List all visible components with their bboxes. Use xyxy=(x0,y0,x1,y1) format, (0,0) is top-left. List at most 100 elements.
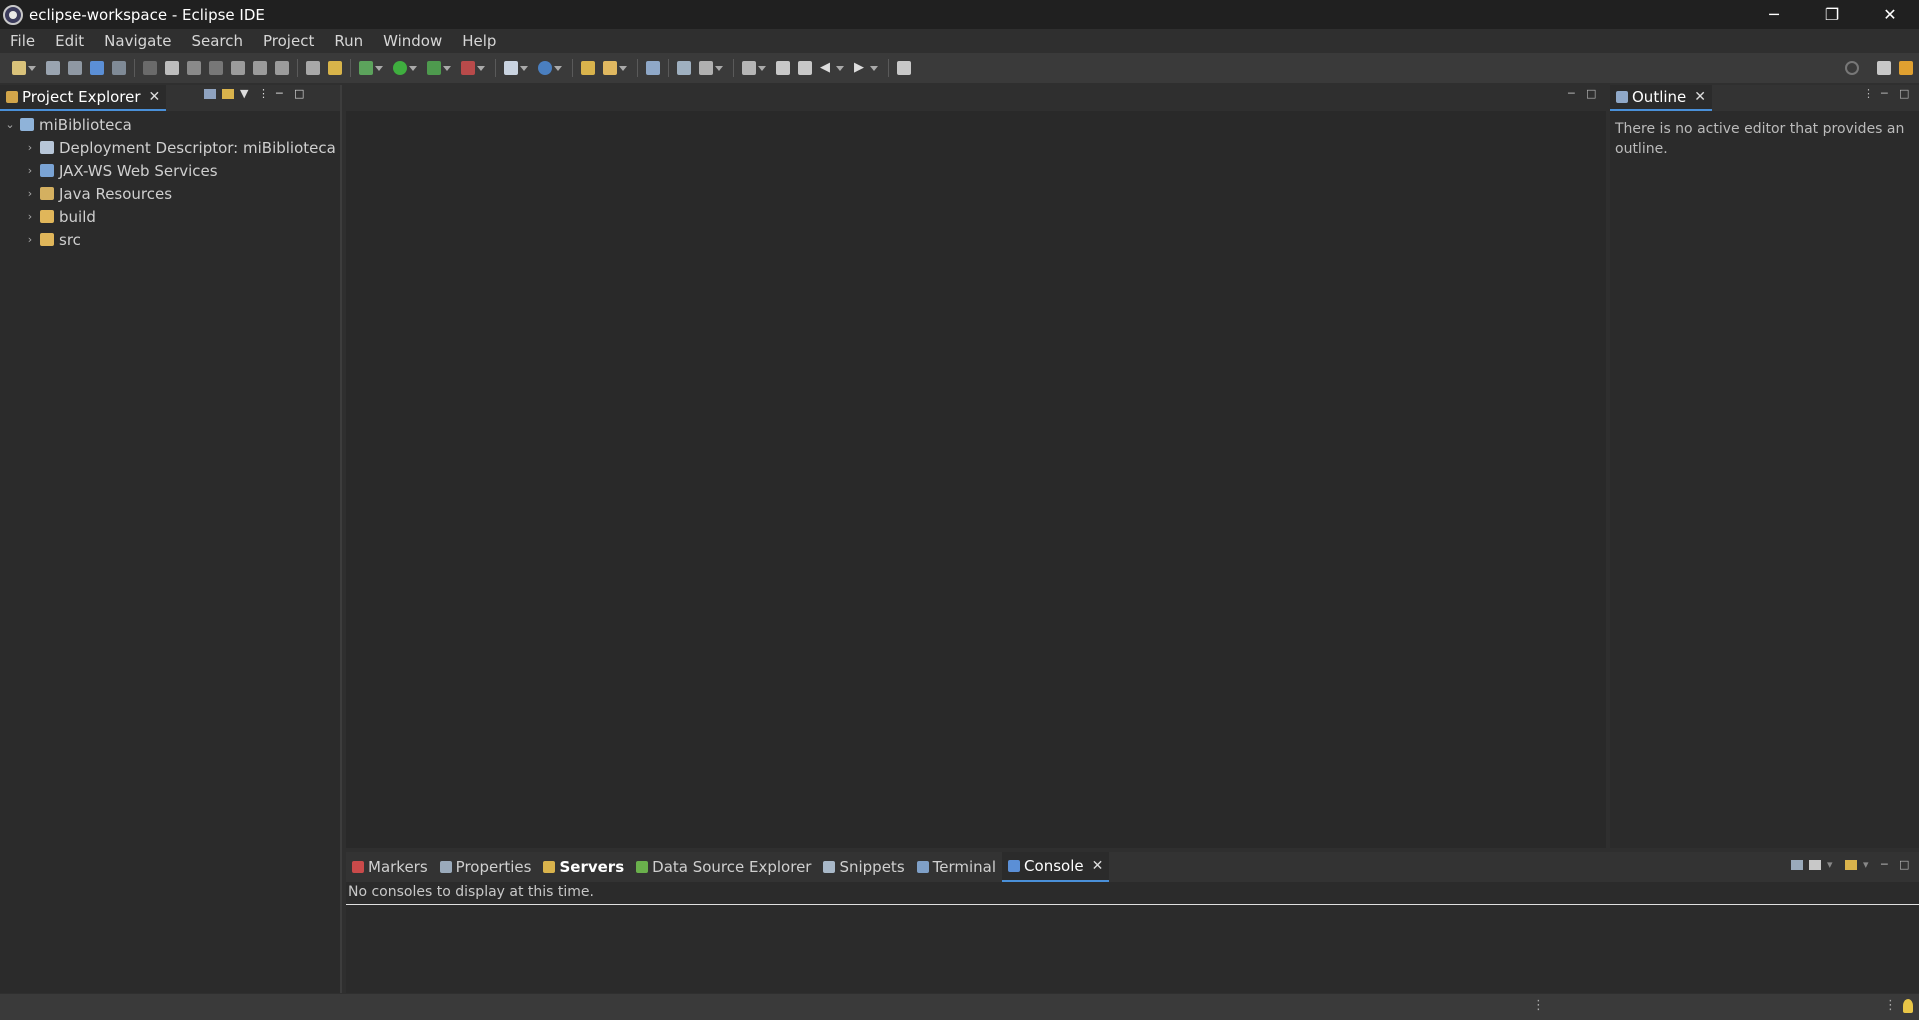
open-type-icon[interactable] xyxy=(581,61,595,75)
tab-servers[interactable]: Servers xyxy=(537,852,630,882)
tree-node[interactable]: › JAX-WS Web Services xyxy=(0,159,340,182)
close-window-button[interactable]: ✕ xyxy=(1861,0,1919,29)
collapse-all-icon[interactable] xyxy=(204,89,216,99)
tree-node[interactable]: › Deployment Descriptor: miBiblioteca xyxy=(0,136,340,159)
pin-console-icon[interactable] xyxy=(1791,860,1803,870)
tree-root[interactable]: ⌄ miBiblioteca xyxy=(0,113,340,136)
chevron-down-icon[interactable]: ▾ xyxy=(1863,859,1875,870)
minimize-view-icon[interactable]: ─ xyxy=(1568,88,1580,99)
step-return-icon[interactable] xyxy=(275,61,289,75)
run-icon[interactable] xyxy=(393,61,407,75)
chevron-down-icon[interactable]: ▾ xyxy=(1827,859,1839,870)
debug-icon[interactable] xyxy=(359,61,373,75)
close-icon[interactable]: ✕ xyxy=(1694,89,1706,105)
open-task-icon[interactable] xyxy=(603,61,617,75)
maximize-view-icon[interactable]: □ xyxy=(294,88,306,99)
toggle-view-icon[interactable] xyxy=(897,61,911,75)
tab-snippets[interactable]: Snippets xyxy=(817,852,910,882)
forward-icon[interactable]: ▶ xyxy=(854,61,868,75)
new-dropdown-icon[interactable] xyxy=(28,65,36,71)
resume-icon[interactable] xyxy=(143,61,157,75)
new-java-project-icon[interactable] xyxy=(504,61,518,75)
next-annotation-icon[interactable] xyxy=(798,61,812,75)
use-step-filters-icon[interactable] xyxy=(328,61,342,75)
menu-edit[interactable]: Edit xyxy=(45,32,94,50)
maximize-view-icon[interactable]: □ xyxy=(1586,88,1598,99)
new-class-icon[interactable] xyxy=(538,61,552,75)
coverage-dropdown-icon[interactable] xyxy=(443,65,451,71)
tree-node[interactable]: › build xyxy=(0,205,340,228)
new-project-dropdown-icon[interactable] xyxy=(520,65,528,71)
run-dropdown-icon[interactable] xyxy=(409,65,417,71)
collapsed-chevron-icon[interactable]: › xyxy=(24,141,36,154)
step-into-icon[interactable] xyxy=(231,61,245,75)
menu-search[interactable]: Search xyxy=(181,32,253,50)
link-with-editor-icon[interactable] xyxy=(222,89,234,99)
maximize-view-icon[interactable]: □ xyxy=(1899,88,1911,99)
tab-terminal[interactable]: Terminal xyxy=(911,852,1002,882)
external-tools-icon[interactable] xyxy=(461,61,475,75)
tree-node[interactable]: › Java Resources xyxy=(0,182,340,205)
last-edit-location-icon[interactable] xyxy=(776,61,790,75)
collapsed-chevron-icon[interactable]: › xyxy=(24,233,36,246)
disconnect-icon[interactable] xyxy=(209,61,223,75)
filter-icon[interactable]: ▼ xyxy=(240,88,252,99)
drop-to-frame-icon[interactable] xyxy=(306,61,320,75)
minimize-view-icon[interactable]: ─ xyxy=(1881,88,1893,99)
open-task-dropdown-icon[interactable] xyxy=(619,65,627,71)
search-icon[interactable] xyxy=(1845,61,1859,75)
skip-breakpoints-icon[interactable] xyxy=(112,61,126,75)
pin-dropdown-icon[interactable] xyxy=(758,65,766,71)
restore-button[interactable]: ❐ xyxy=(1803,0,1861,29)
menu-window[interactable]: Window xyxy=(373,32,452,50)
maximize-view-icon[interactable]: □ xyxy=(1899,859,1911,870)
suspend-icon[interactable] xyxy=(165,61,179,75)
search-toolbar-icon[interactable] xyxy=(646,61,660,75)
new-icon[interactable] xyxy=(12,61,26,75)
collapsed-chevron-icon[interactable]: › xyxy=(24,164,36,177)
display-console-icon[interactable] xyxy=(1809,860,1821,870)
close-icon[interactable]: ✕ xyxy=(1092,858,1104,874)
menu-file[interactable]: File xyxy=(0,32,45,50)
terminate-icon[interactable] xyxy=(187,61,201,75)
menu-help[interactable]: Help xyxy=(452,32,506,50)
menu-run[interactable]: Run xyxy=(324,32,373,50)
menu-navigate[interactable]: Navigate xyxy=(94,32,181,50)
collapsed-chevron-icon[interactable]: › xyxy=(24,210,36,223)
minimize-view-icon[interactable]: ─ xyxy=(1881,859,1893,870)
tab-properties[interactable]: Properties xyxy=(434,852,538,882)
view-menu-icon[interactable]: ⋮ xyxy=(1863,88,1875,99)
web-browser-icon[interactable] xyxy=(677,61,691,75)
expanded-chevron-icon[interactable]: ⌄ xyxy=(4,118,16,131)
annotation-dropdown-icon[interactable] xyxy=(715,65,723,71)
external-tools-dropdown-icon[interactable] xyxy=(477,65,485,71)
view-menu-icon[interactable]: ⋮ xyxy=(258,88,270,99)
minimize-button[interactable]: ─ xyxy=(1745,0,1803,29)
tab-outline[interactable]: Outline ✕ xyxy=(1610,85,1712,111)
save-all-icon[interactable] xyxy=(68,61,82,75)
editor-area[interactable]: ─ □ xyxy=(346,85,1606,848)
open-console-icon[interactable] xyxy=(90,61,104,75)
tree-node[interactable]: › src xyxy=(0,228,340,251)
tab-data-source-explorer[interactable]: Data Source Explorer xyxy=(630,852,817,882)
new-class-dropdown-icon[interactable] xyxy=(554,65,562,71)
tab-console[interactable]: Console ✕ xyxy=(1002,852,1110,882)
debug-dropdown-icon[interactable] xyxy=(375,65,383,71)
menu-project[interactable]: Project xyxy=(253,32,324,50)
coverage-icon[interactable] xyxy=(427,61,441,75)
tab-markers[interactable]: Markers xyxy=(346,852,434,882)
save-icon[interactable] xyxy=(46,61,60,75)
close-icon[interactable]: ✕ xyxy=(149,89,161,105)
tab-project-explorer[interactable]: Project Explorer ✕ xyxy=(0,85,167,111)
java-ee-perspective-icon[interactable] xyxy=(1899,61,1913,75)
lightbulb-icon[interactable] xyxy=(1903,999,1913,1013)
back-icon[interactable]: ◀ xyxy=(820,61,834,75)
forward-dropdown-icon[interactable] xyxy=(870,65,878,71)
open-perspective-icon[interactable] xyxy=(1877,61,1891,75)
annotation-icon[interactable] xyxy=(699,61,713,75)
minimize-view-icon[interactable]: ─ xyxy=(276,88,288,99)
step-over-icon[interactable] xyxy=(253,61,267,75)
open-console-icon[interactable] xyxy=(1845,860,1857,870)
back-dropdown-icon[interactable] xyxy=(836,65,844,71)
collapsed-chevron-icon[interactable]: › xyxy=(24,187,36,200)
